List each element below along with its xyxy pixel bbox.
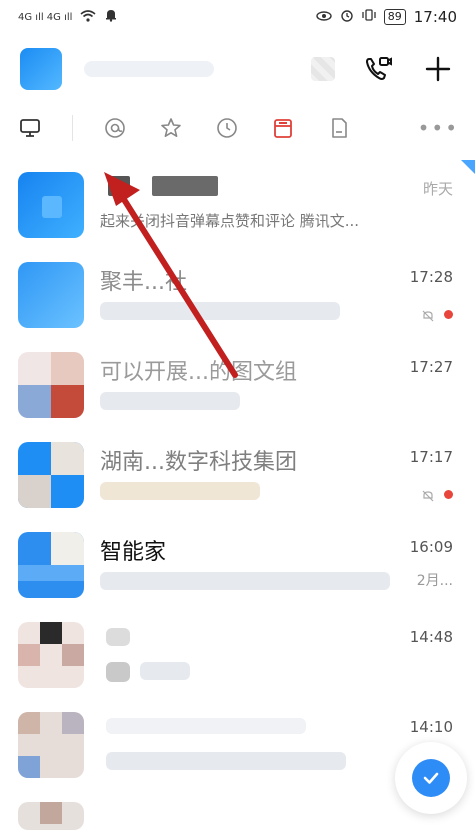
avatar — [18, 712, 84, 778]
blurred-preview — [140, 662, 190, 680]
blurred-title — [106, 718, 306, 734]
blurred-preview — [106, 662, 130, 682]
conversation-title: 智能家 — [100, 540, 167, 565]
avatar — [18, 622, 84, 688]
mute-icon — [421, 488, 435, 502]
pinned-marker — [461, 160, 475, 174]
calendar-icon[interactable] — [269, 114, 297, 142]
list-item[interactable]: 可以开展...的图文组 17:27 — [0, 340, 475, 430]
message-date: 2月... — [416, 573, 453, 589]
avatar — [18, 352, 84, 418]
list-item[interactable]: 14:48 — [0, 610, 475, 700]
battery-indicator: 89 — [383, 9, 406, 25]
message-preview: 起来关闭抖音弹幕点赞和评论 腾讯文... — [100, 212, 360, 230]
status-right: 89 17:40 — [316, 8, 457, 26]
list-item[interactable]: 智能家 16:09 2月... — [0, 520, 475, 610]
document-icon[interactable] — [325, 114, 353, 142]
message-time: 17:28 — [409, 268, 453, 286]
blurred-title — [152, 176, 218, 196]
blurred-title — [108, 176, 130, 196]
unread-dot — [444, 310, 453, 319]
message-time: 14:48 — [409, 628, 453, 646]
bell-icon — [104, 8, 118, 26]
conversation-title: 可以开展...的图文组 — [100, 360, 297, 385]
message-time: 16:09 — [409, 538, 453, 556]
avatar — [18, 442, 84, 508]
filter-tabs: ••• — [0, 108, 475, 148]
blurred-preview — [106, 752, 346, 770]
unread-dot — [444, 490, 453, 499]
floating-action-button[interactable] — [395, 742, 467, 814]
alarm-icon — [340, 8, 354, 26]
account-name-blurred[interactable] — [84, 61, 214, 77]
message-time: 14:10 — [409, 718, 453, 736]
tab-divider — [72, 115, 73, 141]
signal-indicator: 4G ıll 4G ıll — [18, 11, 73, 23]
phone-video-icon[interactable] — [361, 52, 395, 86]
status-left: 4G ıll 4G ıll — [18, 8, 118, 26]
wifi-icon — [80, 8, 96, 26]
header-actions — [311, 52, 455, 86]
monitor-icon[interactable] — [16, 114, 44, 142]
message-time: 17:27 — [409, 358, 453, 376]
more-icon[interactable]: ••• — [418, 116, 459, 140]
blurred-icon — [311, 57, 335, 81]
blurred-preview — [100, 572, 390, 590]
check-icon — [412, 759, 450, 797]
blurred-preview — [100, 482, 260, 500]
mute-icon — [421, 308, 435, 322]
history-icon[interactable] — [213, 114, 241, 142]
at-icon[interactable] — [101, 114, 129, 142]
message-time: 17:17 — [409, 448, 453, 466]
profile-avatar[interactable] — [20, 48, 62, 90]
list-item[interactable]: 聚丰...社 17:28 — [0, 250, 475, 340]
eye-icon — [316, 8, 332, 26]
plus-icon[interactable] — [421, 52, 455, 86]
blurred-title — [106, 628, 130, 646]
avatar — [18, 532, 84, 598]
avatar — [18, 802, 84, 830]
conversation-title: 聚丰...社 — [100, 270, 187, 295]
app-header — [0, 38, 475, 100]
message-time: 昨天 — [422, 180, 453, 198]
list-item[interactable]: 湖南...数字科技集团 17:17 — [0, 430, 475, 520]
status-bar: 4G ıll 4G ıll 89 17:40 — [0, 0, 475, 34]
blurred-preview — [100, 392, 240, 410]
vibrate-icon — [362, 8, 376, 26]
blurred-preview — [100, 302, 340, 320]
list-item[interactable]: 起来关闭抖音弹幕点赞和评论 腾讯文... 昨天 — [0, 160, 475, 250]
clock-time: 17:40 — [413, 8, 457, 26]
avatar — [18, 172, 84, 238]
avatar — [18, 262, 84, 328]
conversation-title: 湖南...数字科技集团 — [100, 450, 297, 475]
star-icon[interactable] — [157, 114, 185, 142]
conversation-list: 起来关闭抖音弹幕点赞和评论 腾讯文... 昨天 聚丰...社 17:28 可以开… — [0, 160, 475, 830]
